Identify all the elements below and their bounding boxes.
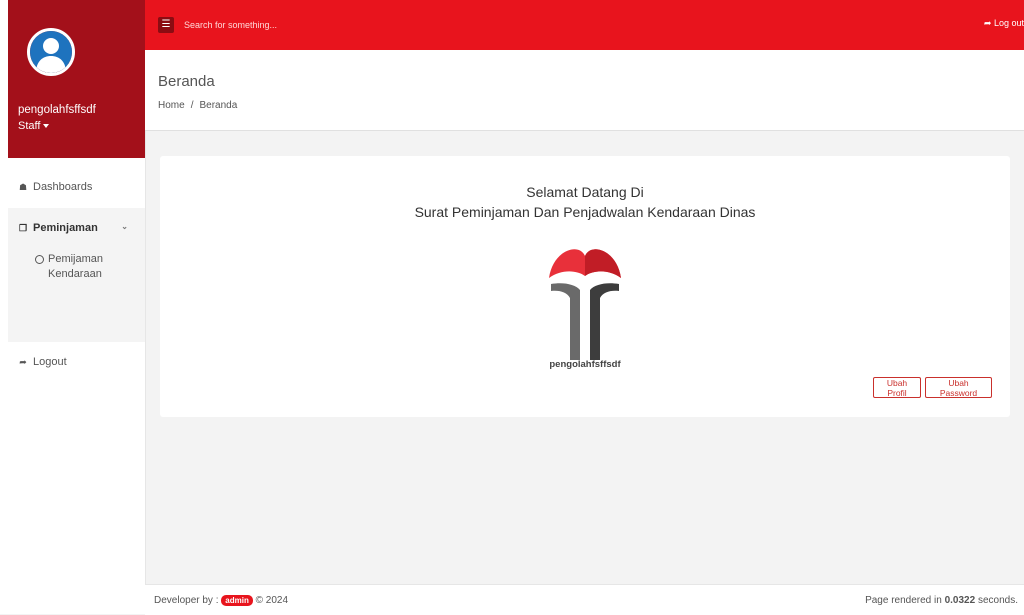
user-role-label: Staff (18, 120, 41, 132)
copyright-text: © 2024 (255, 595, 289, 606)
breadcrumb-separator: / (190, 100, 194, 111)
user-name: pengolahfsffsdf (18, 104, 96, 116)
sidebar-item-logout[interactable]: ➦ Logout (8, 342, 145, 382)
page-title: Beranda (158, 73, 215, 90)
home-icon: ☗ (18, 181, 28, 192)
sidebar-item-label: Peminjaman (33, 222, 98, 234)
footer-credits: Developer by : admin © 2024 (154, 595, 288, 606)
sidebar-item-label: Dashboards (33, 181, 93, 193)
user-role-dropdown[interactable]: Staff (18, 120, 50, 132)
developer-prefix: Developer by : (154, 595, 219, 606)
tut-wuri-logo-icon (549, 249, 621, 360)
welcome-card: Selamat Datang Di Surat Peminjaman Dan P… (160, 156, 1010, 417)
render-prefix: Page rendered in (865, 595, 942, 606)
sidebar-item-dashboards[interactable]: ☗ Dashboards (8, 166, 145, 208)
render-suffix: seconds. (977, 595, 1018, 606)
left-edge (0, 0, 8, 614)
render-time: Page rendered in 0.0322 seconds. (865, 595, 1018, 606)
copy-icon: ❐ (18, 222, 28, 233)
breadcrumb-current: Beranda (199, 100, 238, 111)
edit-profile-button[interactable]: Ubah Profil (873, 377, 921, 398)
sidebar-item-peminjaman[interactable]: ❐ Peminjaman ⌄ (8, 208, 145, 248)
welcome-heading: Selamat Datang Di (526, 184, 644, 200)
change-password-button[interactable]: Ubah Password (925, 377, 992, 398)
sidebar-nav: ☗ Dashboards ❐ Peminjaman ⌄ Pemijaman Ke… (8, 166, 145, 382)
caret-down-icon (43, 124, 50, 129)
user-panel: pengolahfsffsdf Staff (8, 0, 145, 158)
chevron-down-icon: ⌄ (121, 222, 128, 231)
logout-link[interactable]: ➦ Log out (984, 18, 1024, 29)
user-avatar-icon (27, 28, 75, 76)
breadcrumb: Home / Beranda (158, 100, 237, 111)
breadcrumb-home[interactable]: Home (158, 100, 185, 111)
logo-caption: pengolahfsffsdf (549, 359, 621, 370)
circle-icon (35, 254, 44, 264)
sidebar-subitem-label: Pemijaman Kendaraan (48, 253, 104, 280)
top-navbar: ☰ ➦ Log out (145, 0, 1024, 50)
logout-icon: ➦ (983, 18, 992, 28)
logout-label: Log out (993, 18, 1024, 28)
welcome-subheading: Surat Peminjaman Dan Penjadwalan Kendara… (414, 204, 756, 220)
footer: Developer by : admin © 2024 Page rendere… (145, 584, 1024, 615)
content-header: Beranda Home / Beranda (145, 50, 1024, 131)
render-time-value: 0.0322 (944, 595, 976, 606)
sidebar-subitem-pemijaman-kendaraan[interactable]: Pemijaman Kendaraan (8, 248, 145, 342)
sidebar-subitem-content: Pemijaman Kendaraan (35, 252, 118, 282)
hamburger-icon[interactable]: ☰ (158, 17, 174, 33)
search-input[interactable] (180, 17, 788, 33)
logout-icon: ➦ (19, 356, 27, 367)
developer-badge: admin (221, 595, 253, 606)
sidebar-item-label: Logout (33, 356, 67, 368)
sidebar: pengolahfsffsdf Staff ☗ Dashboards ❐ Pem… (8, 0, 146, 614)
